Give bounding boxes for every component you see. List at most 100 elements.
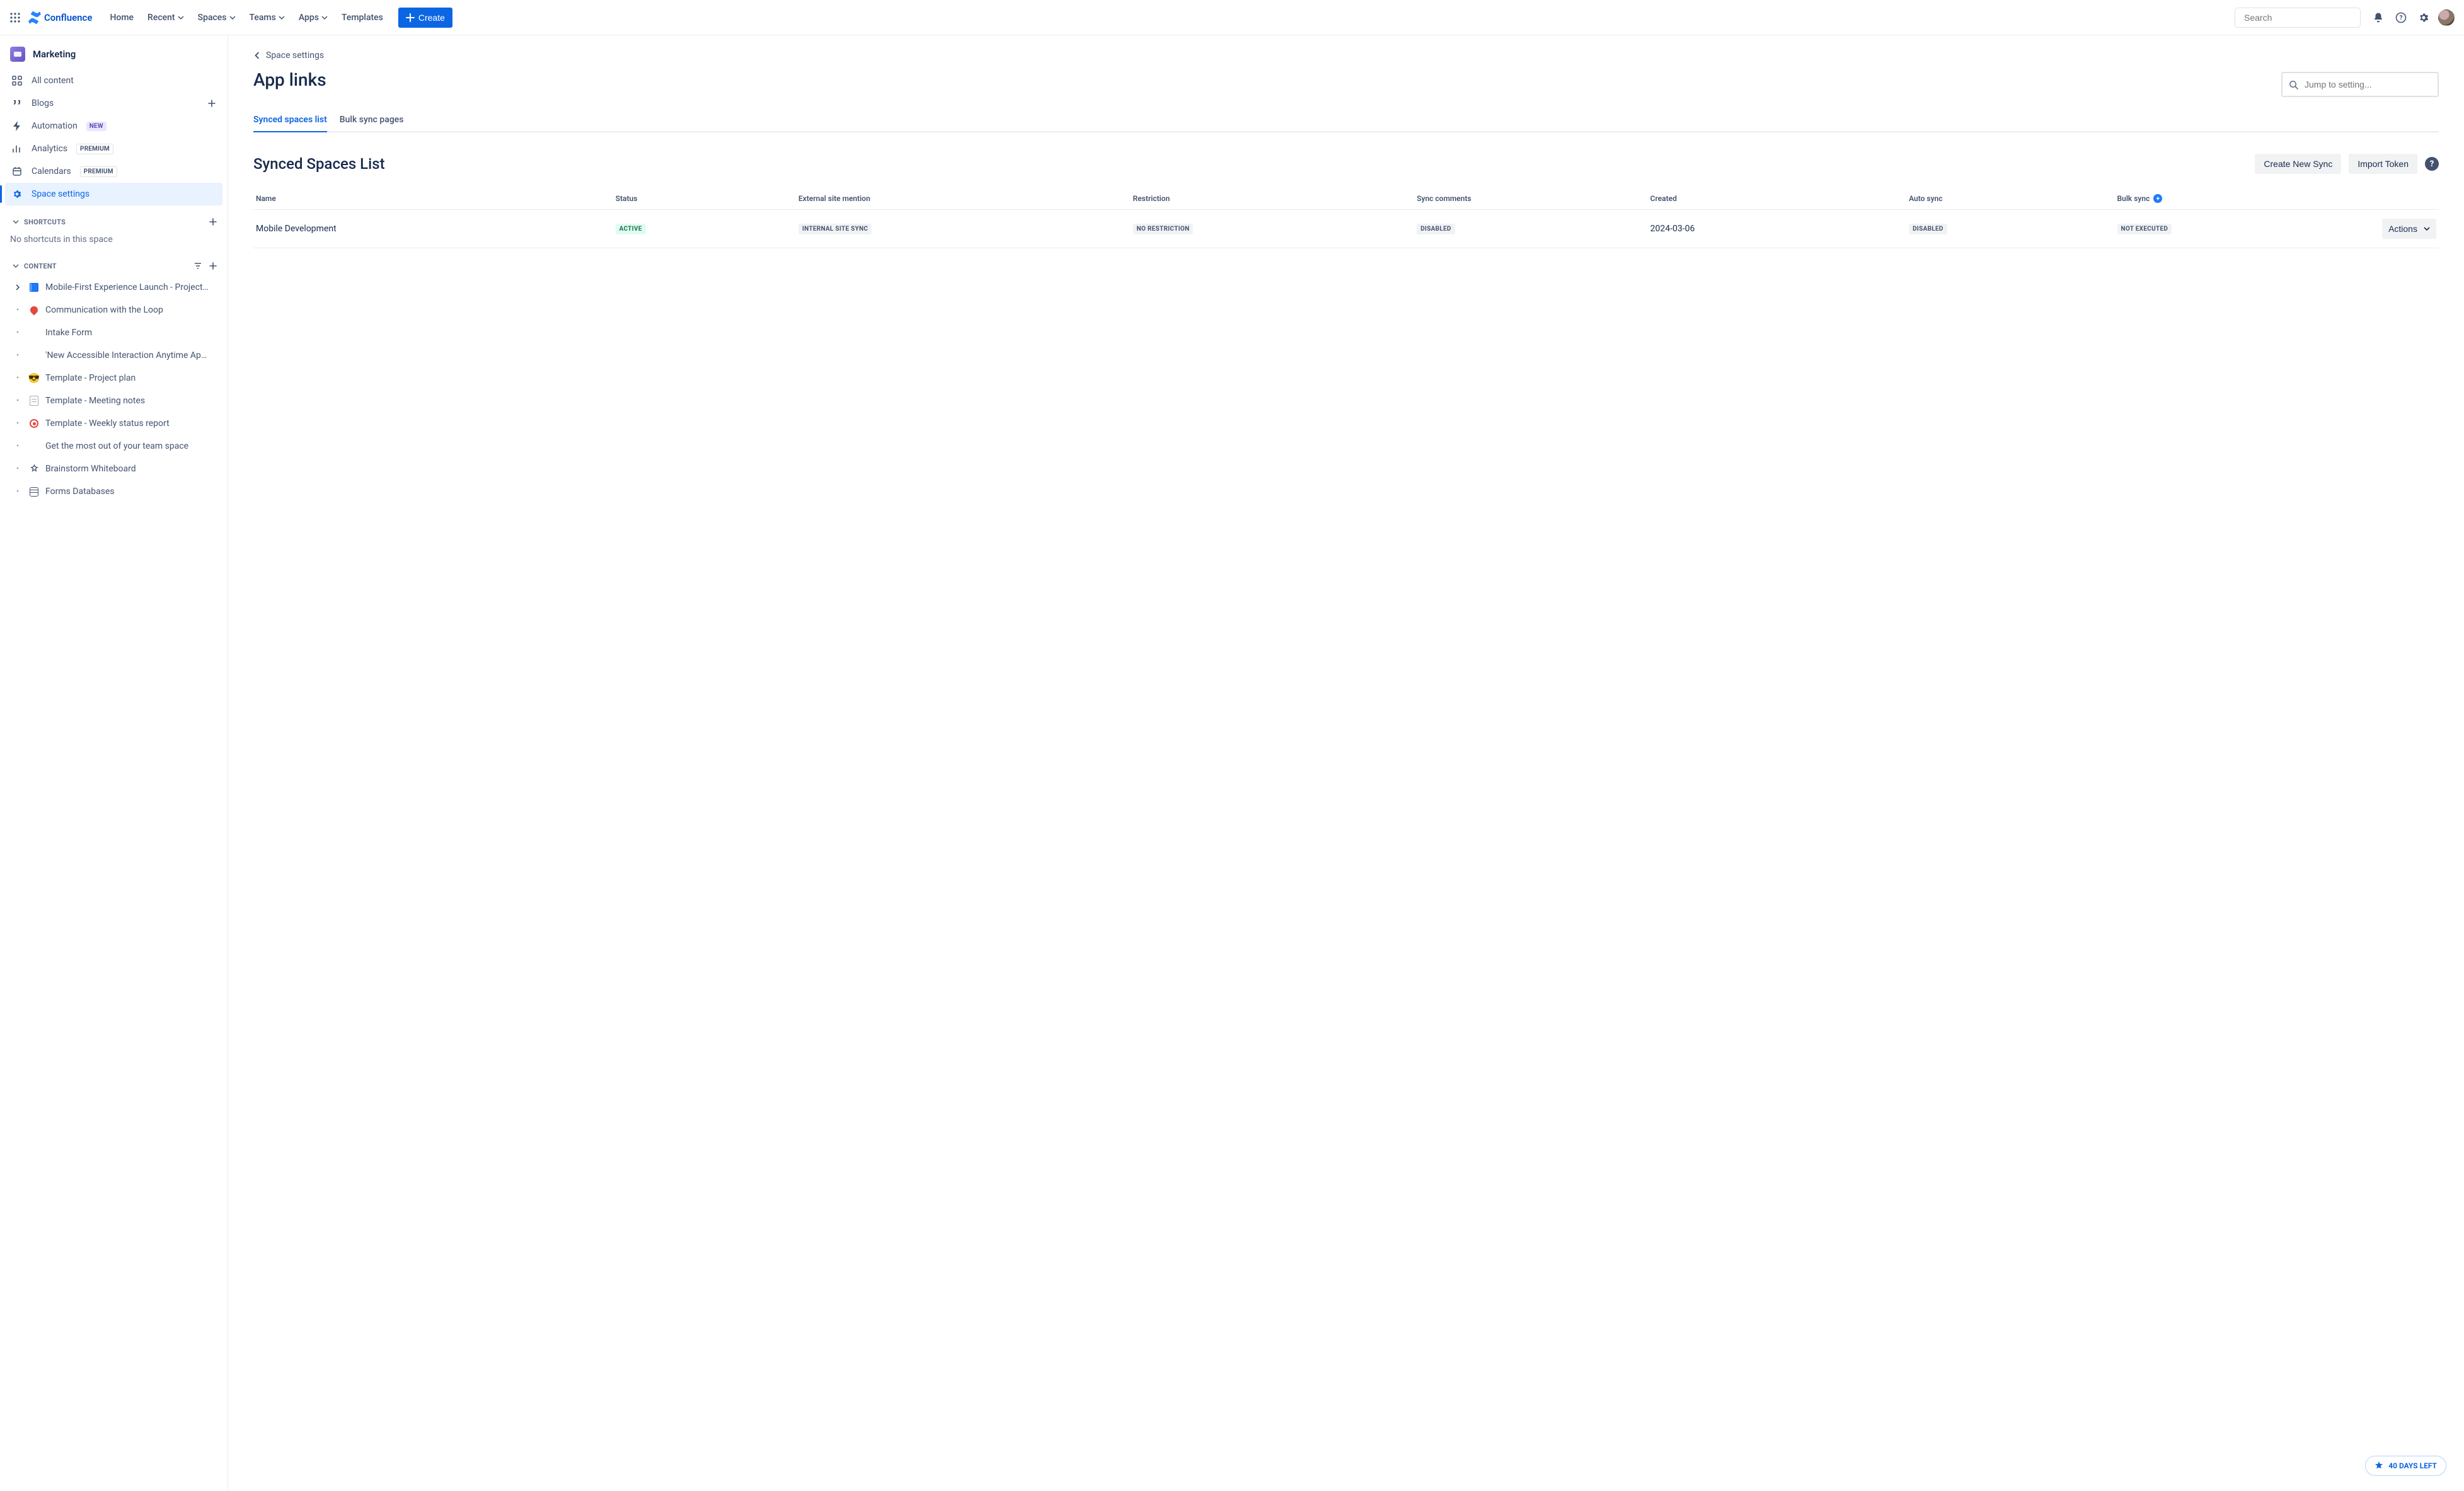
jump-to-setting-input[interactable] — [2305, 79, 2431, 89]
import-token-button[interactable]: Import Token — [2349, 154, 2417, 174]
tree-item[interactable]: • Forms Databases — [5, 480, 222, 503]
plus-badge-icon: + — [2153, 194, 2162, 203]
bullet-icon: • — [13, 396, 23, 406]
add-content-icon[interactable] — [209, 262, 217, 270]
premium-star-icon — [2375, 1461, 2383, 1470]
nav-apps[interactable]: Apps — [292, 9, 334, 26]
nav-recent[interactable]: Recent — [141, 9, 190, 26]
tree-item[interactable]: • Intake Form — [5, 321, 222, 344]
tree-item[interactable]: • 😎 Template - Project plan — [5, 367, 222, 389]
table-header: Name Status External site mention Restri… — [253, 188, 2439, 210]
grid-icon — [11, 76, 23, 86]
main-content: Space settings App links Synced spaces l… — [228, 35, 2464, 1491]
nav-links: Home Recent Spaces Teams Apps Templates — [103, 9, 389, 26]
sidebar-item-calendars[interactable]: Calendars PREMIUM — [5, 160, 222, 183]
help-icon[interactable]: ? — [2391, 8, 2411, 28]
chevron-down-icon — [321, 14, 328, 21]
settings-icon[interactable] — [2414, 8, 2434, 28]
sidebar-item-all-content[interactable]: All content — [5, 69, 222, 92]
chevron-down-icon — [229, 14, 236, 21]
sidebar-section-content[interactable]: CONTENT — [5, 256, 222, 276]
add-blog-icon[interactable] — [207, 99, 216, 108]
col-name: Name — [256, 194, 609, 203]
row-actions-button[interactable]: Actions — [2382, 219, 2436, 239]
sidebar-item-blogs[interactable]: Blogs — [5, 92, 222, 115]
bullet-icon: • — [13, 464, 23, 474]
mention-badge: INTERNAL SITE SYNC — [798, 224, 872, 234]
col-auto: Auto sync — [1909, 194, 2110, 203]
chevron-down-icon — [2424, 226, 2430, 232]
page-emoji-icon — [28, 283, 40, 292]
tree-item[interactable]: Mobile-First Experience Launch - Project… — [5, 276, 222, 299]
col-restriction: Restriction — [1133, 194, 1411, 203]
chevron-right-icon[interactable] — [13, 284, 23, 291]
sidebar: Marketing All content Blogs Automation N… — [0, 35, 228, 1491]
synced-spaces-table: Name Status External site mention Restri… — [253, 188, 2439, 248]
plus-icon — [406, 13, 415, 22]
profile-avatar[interactable] — [2436, 8, 2456, 28]
help-icon[interactable]: ? — [2425, 157, 2439, 171]
analytics-icon — [11, 144, 23, 154]
page-emoji-icon: 😎 — [28, 372, 40, 384]
nav-teams[interactable]: Teams — [243, 9, 291, 26]
page-emoji-icon — [28, 396, 40, 406]
tree-item[interactable]: • Communication with the Loop — [5, 299, 222, 321]
confluence-logo[interactable]: Confluence — [28, 11, 96, 25]
sidebar-item-analytics[interactable]: Analytics PREMIUM — [5, 137, 222, 160]
bullet-icon: • — [13, 486, 23, 497]
app-switcher-icon[interactable] — [5, 8, 25, 28]
tree-item[interactable]: • Template - Weekly status report — [5, 412, 222, 435]
create-button[interactable]: Create — [398, 8, 452, 28]
cell-created: 2024-03-06 — [1650, 224, 1903, 234]
global-search-input[interactable] — [2244, 13, 2358, 23]
col-mention: External site mention — [798, 194, 1127, 203]
svg-text:?: ? — [2400, 14, 2403, 21]
tree-item[interactable]: • Template - Meeting notes — [5, 389, 222, 412]
sidebar-item-space-settings[interactable]: Space settings — [5, 183, 222, 205]
add-shortcut-icon[interactable] — [209, 217, 217, 226]
cell-name: Mobile Development — [256, 224, 609, 234]
bullet-icon: • — [13, 418, 23, 429]
tab-synced-spaces[interactable]: Synced spaces list — [253, 108, 327, 131]
tree-item[interactable]: • Get the most out of your team space — [5, 435, 222, 458]
chevron-down-icon — [178, 14, 184, 21]
global-search[interactable] — [2235, 8, 2361, 28]
bullet-icon: • — [13, 373, 23, 383]
tree-item[interactable]: • Brainstorm Whiteboard — [5, 458, 222, 480]
nav-home[interactable]: Home — [103, 9, 140, 26]
comments-badge: DISABLED — [1417, 224, 1455, 234]
premium-badge: PREMIUM — [80, 166, 117, 177]
premium-badge: PREMIUM — [76, 144, 113, 154]
chevron-down-icon — [10, 219, 21, 225]
sidebar-item-automation[interactable]: Automation NEW — [5, 115, 222, 137]
notifications-icon[interactable] — [2368, 8, 2388, 28]
space-header[interactable]: Marketing — [5, 42, 222, 69]
tabs: Synced spaces list Bulk sync pages — [253, 108, 2439, 132]
filter-content-icon[interactable] — [193, 262, 202, 270]
col-status: Status — [616, 194, 792, 203]
confluence-icon — [28, 11, 42, 25]
space-avatar-icon — [10, 47, 25, 62]
jump-to-setting[interactable] — [2281, 72, 2439, 97]
tab-bulk-sync[interactable]: Bulk sync pages — [340, 108, 404, 131]
create-new-sync-button[interactable]: Create New Sync — [2255, 154, 2341, 174]
bullet-icon: • — [13, 441, 23, 451]
top-nav: Confluence Home Recent Spaces Teams Apps… — [0, 0, 2464, 35]
tree-item[interactable]: • 'New Accessible Interaction Anytime Ap… — [5, 344, 222, 367]
page-title: App links — [253, 69, 326, 90]
col-bulk: Bulk sync + — [2117, 194, 2369, 203]
chevron-left-icon — [253, 52, 261, 59]
nav-templates[interactable]: Templates — [335, 9, 389, 26]
search-icon — [2289, 80, 2298, 89]
shortcuts-empty-label: No shortcuts in this space — [5, 232, 222, 250]
breadcrumb-back[interactable]: Space settings — [253, 50, 2439, 60]
sidebar-section-shortcuts[interactable]: SHORTCUTS — [5, 212, 222, 232]
trial-days-left-pill[interactable]: 40 DAYS LEFT — [2365, 1456, 2446, 1476]
quotes-icon — [11, 98, 23, 108]
col-comments: Sync comments — [1417, 194, 1644, 203]
gear-icon — [11, 189, 23, 199]
col-created: Created — [1650, 194, 1903, 203]
table-row: Mobile Development ACTIVE INTERNAL SITE … — [253, 210, 2439, 248]
content-tree: Mobile-First Experience Launch - Project… — [5, 276, 222, 503]
nav-spaces[interactable]: Spaces — [192, 9, 242, 26]
